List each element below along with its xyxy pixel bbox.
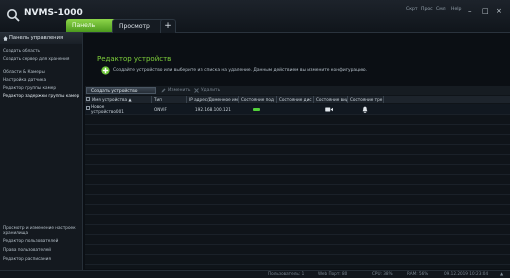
add-circle-icon — [101, 66, 110, 75]
device-ip: 192.168.100.121 — [195, 107, 231, 112]
column-header-ip[interactable]: IP адрес/Доменное имя — [187, 96, 239, 103]
maximize-button[interactable]: □ — [482, 7, 489, 15]
minimize-button[interactable]: – — [468, 7, 472, 15]
delete-icon — [194, 88, 199, 93]
status-user: Пользователь: 1 — [268, 271, 305, 276]
sidebar-item-sensor-settings[interactable]: Настройка датчика — [3, 77, 81, 82]
menu-item-screenshot[interactable]: Скрт — [406, 7, 418, 12]
column-header-status-disk[interactable]: Состояние дис — [277, 96, 314, 103]
alarm-bell-icon — [362, 106, 368, 113]
home-icon — [3, 36, 8, 41]
column-header-status-alarm[interactable]: Состояние тре — [348, 96, 384, 103]
sidebar-item-areas-cameras[interactable]: Области & Камеры — [3, 69, 81, 74]
video-camera-icon — [325, 107, 333, 112]
edit-device-button[interactable]: Изменить — [168, 87, 191, 94]
sidebar-title: Панель управления — [9, 35, 64, 41]
device-type: ONVIF — [154, 107, 167, 112]
device-name-line2: устройство001 — [91, 109, 124, 114]
search-logo-icon — [7, 9, 20, 22]
sidebar-item-group-delay[interactable]: Редактор задержки группы камер — [3, 93, 81, 98]
status-datetime: 09.12.2019 10:23:04 — [444, 271, 489, 276]
create-device-label: Создать устройство — [91, 89, 138, 94]
connection-status-icon — [253, 108, 260, 111]
tab-add[interactable]: + — [160, 19, 176, 33]
sidebar-item-camera-groups[interactable]: Редактор группы камер — [3, 85, 81, 90]
status-ram: RAM: 56% — [407, 271, 429, 276]
menu-item-system[interactable]: Смл — [436, 7, 446, 12]
column-header-name[interactable]: Имя устройства ▲ — [90, 96, 152, 103]
sidebar-item-create-area[interactable]: Создать область — [3, 48, 81, 53]
delete-device-button[interactable]: Удалить — [201, 87, 220, 94]
sidebar-item-schedule-editor[interactable]: Редактор расписания — [3, 256, 81, 261]
column-header-status-video[interactable]: Состояние вид — [314, 96, 348, 103]
app-title: NVMS-1000 — [24, 8, 83, 18]
create-device-button[interactable]: Создать устройство — [86, 87, 156, 94]
device-table — [85, 95, 510, 269]
page-title: Редактор устройств — [97, 55, 172, 63]
status-web-port: Web Порт: 80 — [318, 271, 348, 276]
menu-item-help[interactable]: Help — [451, 7, 461, 12]
info-text: Создайте устройство или выберите из спис… — [113, 68, 368, 73]
table-row[interactable] — [85, 104, 510, 114]
sidebar-item-user-editor[interactable]: Редактор пользователей — [3, 238, 81, 243]
column-header-name-label: Имя устройства — [92, 97, 128, 102]
status-cpu: CPU: 38% — [372, 271, 393, 276]
sidebar-item-create-storage[interactable]: Создать сервер для хранения — [3, 56, 81, 61]
sidebar-item-user-rights[interactable]: Права пользователей — [3, 247, 81, 252]
notification-arrow-icon[interactable]: ▲ — [500, 271, 503, 276]
close-button[interactable]: × — [496, 7, 502, 15]
column-header-type[interactable]: Тип — [152, 96, 187, 103]
row-checkbox[interactable] — [86, 106, 90, 110]
menu-item-view[interactable]: Прос — [421, 7, 433, 12]
column-header-status-connection[interactable]: Состояние под — [239, 96, 277, 103]
sidebar-item-storage-settings[interactable]: Просмотр и изменение настроек хранилища — [3, 225, 81, 235]
edit-icon — [161, 88, 166, 93]
